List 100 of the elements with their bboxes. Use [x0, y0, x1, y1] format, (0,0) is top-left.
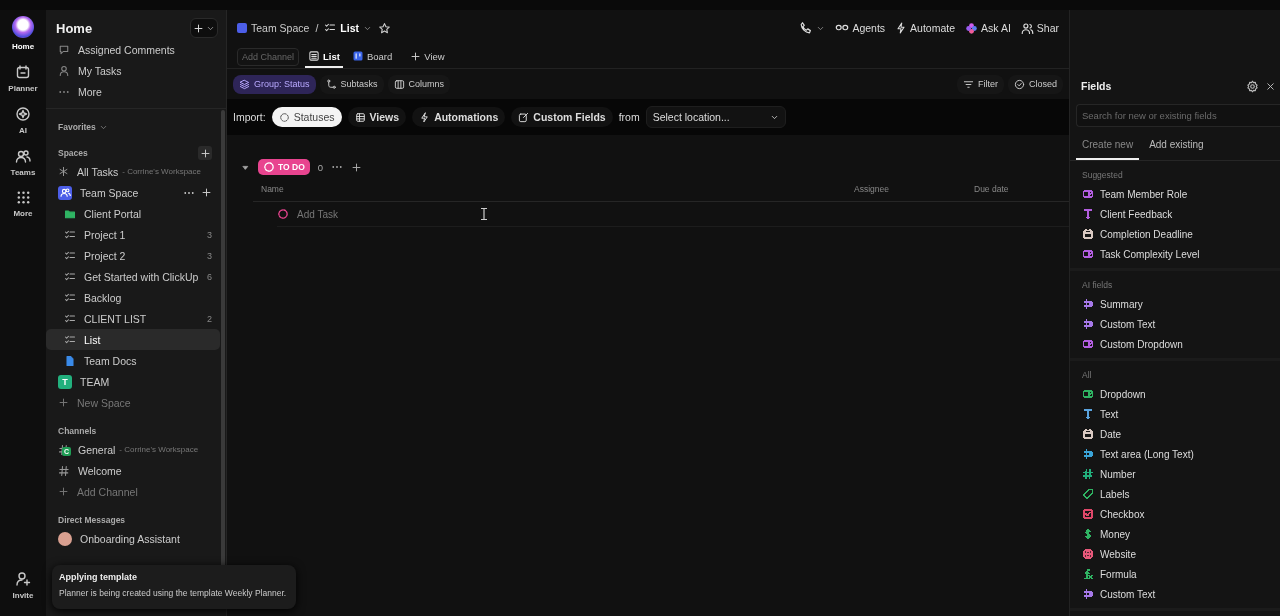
field-type-item[interactable]: Checkbox [1070, 504, 1280, 524]
asterisk-icon [58, 166, 69, 177]
flower-icon [965, 21, 979, 35]
breadcrumb-link[interactable]: Team Space [237, 22, 310, 34]
sidebar-title: Home [56, 20, 93, 36]
direct-message-item[interactable]: Onboarding Assistant [46, 528, 220, 549]
field-type-item[interactable]: Client Feedback [1070, 204, 1280, 224]
list-item[interactable]: Project 2 3 [46, 245, 220, 266]
toolbar-chip[interactable]: Columns [387, 74, 451, 94]
field-type-item[interactable]: Team Member Role [1070, 184, 1280, 204]
list-item[interactable]: List [46, 329, 220, 350]
nav-item[interactable]: More [46, 81, 220, 102]
rail-button[interactable]: Planner [2, 64, 44, 93]
import-option[interactable]: Custom Fields [511, 107, 613, 127]
status-circle-icon [263, 161, 275, 173]
view-tab[interactable]: Board [348, 46, 396, 68]
add-space-button[interactable] [198, 146, 212, 160]
nav-item[interactable]: Assigned Comments [46, 39, 220, 60]
plus-icon [201, 186, 212, 198]
calendar-icon [15, 64, 31, 80]
search-field[interactable]: Search for new or existing fields [1076, 104, 1280, 127]
close-icon [1265, 80, 1276, 92]
checklist-icon [64, 333, 76, 346]
import-option[interactable]: Statuses [271, 107, 342, 127]
subtasks-icon [325, 78, 337, 90]
add-task-field[interactable]: Add Task [297, 208, 338, 220]
channel-item[interactable]: Welcome [46, 460, 220, 481]
add-view-button[interactable]: View [407, 46, 448, 68]
add-person-icon [15, 571, 31, 587]
table-icon [308, 50, 321, 62]
plus-icon [193, 22, 204, 34]
checklist-icon [64, 291, 76, 304]
field-type-item[interactable]: Summary [1070, 294, 1280, 314]
field-type-item[interactable]: Completion Deadline [1070, 224, 1280, 244]
create-button[interactable] [190, 18, 218, 38]
location-select[interactable]: Select location... [645, 106, 786, 128]
grid-dots-icon [15, 190, 31, 205]
list-item[interactable]: Get Started with ClickUp 6 [46, 266, 220, 287]
status-badge[interactable]: TO DO [258, 159, 310, 175]
field-type-item[interactable]: Task Complexity Level [1070, 244, 1280, 264]
space-item[interactable]: T TEAM [46, 371, 220, 392]
toolbar-chip[interactable]: Group: Status [233, 74, 316, 94]
section-title: All [1081, 369, 1093, 382]
header-action[interactable]: Ask AI [965, 21, 1011, 35]
toolbar-chip[interactable]: Closed [1008, 74, 1063, 94]
field-type-item[interactable]: Labels [1070, 484, 1280, 504]
hash-icon [58, 464, 70, 477]
plus-icon [199, 147, 211, 159]
field-type-item[interactable]: Number [1070, 464, 1280, 484]
section-title: AI fields [1081, 279, 1114, 292]
import-option[interactable]: Views [347, 107, 407, 127]
check-circle-icon [1014, 78, 1025, 90]
from-label: from [618, 111, 640, 123]
list-item[interactable]: CLIENT LIST 2 [46, 308, 220, 329]
checklist-icon [64, 312, 76, 325]
panel-tab[interactable]: Add existing [1143, 135, 1210, 160]
header-action[interactable]: Automate [895, 22, 956, 34]
field-type-item[interactable]: Website [1070, 544, 1280, 564]
space-item[interactable]: Team Space [46, 182, 220, 203]
field-type-item[interactable]: Text [1070, 404, 1280, 424]
breadcrumb-current[interactable]: List [324, 22, 372, 34]
favorites-header[interactable]: Favorites [46, 119, 120, 135]
toolbar-chip[interactable]: Subtasks [319, 74, 384, 94]
new-space-link[interactable]: New Space [46, 392, 220, 413]
columns-icon [393, 78, 405, 90]
comment-icon [58, 43, 70, 56]
rail-button[interactable]: More [2, 190, 44, 218]
plus-icon [58, 397, 69, 408]
list-item[interactable]: Team Docs [46, 350, 220, 371]
panel-tab[interactable]: Create new [1076, 135, 1140, 160]
rail-button[interactable]: Teams [2, 148, 44, 177]
nav-item[interactable]: My Tasks [46, 60, 220, 81]
import-option[interactable]: Automations [412, 107, 506, 127]
field-type-item[interactable]: Date [1070, 424, 1280, 444]
add-channel-link[interactable]: Add Channel [46, 481, 220, 502]
checklist-icon [64, 270, 76, 283]
list-item[interactable]: Project 1 3 [46, 224, 220, 245]
header-action[interactable]: Shar [1020, 21, 1059, 35]
field-type-item[interactable]: Custom Dropdown [1070, 334, 1280, 354]
header-action[interactable]: Agents [835, 21, 886, 35]
list-item[interactable]: Client Portal [46, 203, 220, 224]
invite-button[interactable]: Invite [2, 571, 44, 600]
field-type-item[interactable]: Dropdown [1070, 384, 1280, 404]
rail-button[interactable]: AI [2, 106, 44, 135]
folder-icon [64, 207, 76, 220]
sidebar-item[interactable]: All Tasks - Corrine's Workspace [46, 161, 220, 182]
field-type-item[interactable]: Formula [1070, 564, 1280, 584]
star-icon [377, 21, 391, 35]
field-type-item[interactable]: Money [1070, 524, 1280, 544]
view-tab[interactable]: List [305, 46, 343, 68]
toolbar-chip[interactable]: Filter [957, 74, 1004, 94]
rail-button[interactable]: Home [2, 16, 44, 51]
field-type-item[interactable]: Text area (Long Text) [1070, 444, 1280, 464]
list-item[interactable]: Backlog [46, 287, 220, 308]
call-button[interactable] [799, 21, 826, 35]
field-type-item[interactable]: Custom Text [1070, 314, 1280, 334]
field-type-item[interactable]: Custom Text [1070, 584, 1280, 604]
dashed-circle-icon [278, 111, 290, 123]
task-count: 0 [317, 161, 324, 173]
toast-title: Applying template [59, 572, 138, 582]
